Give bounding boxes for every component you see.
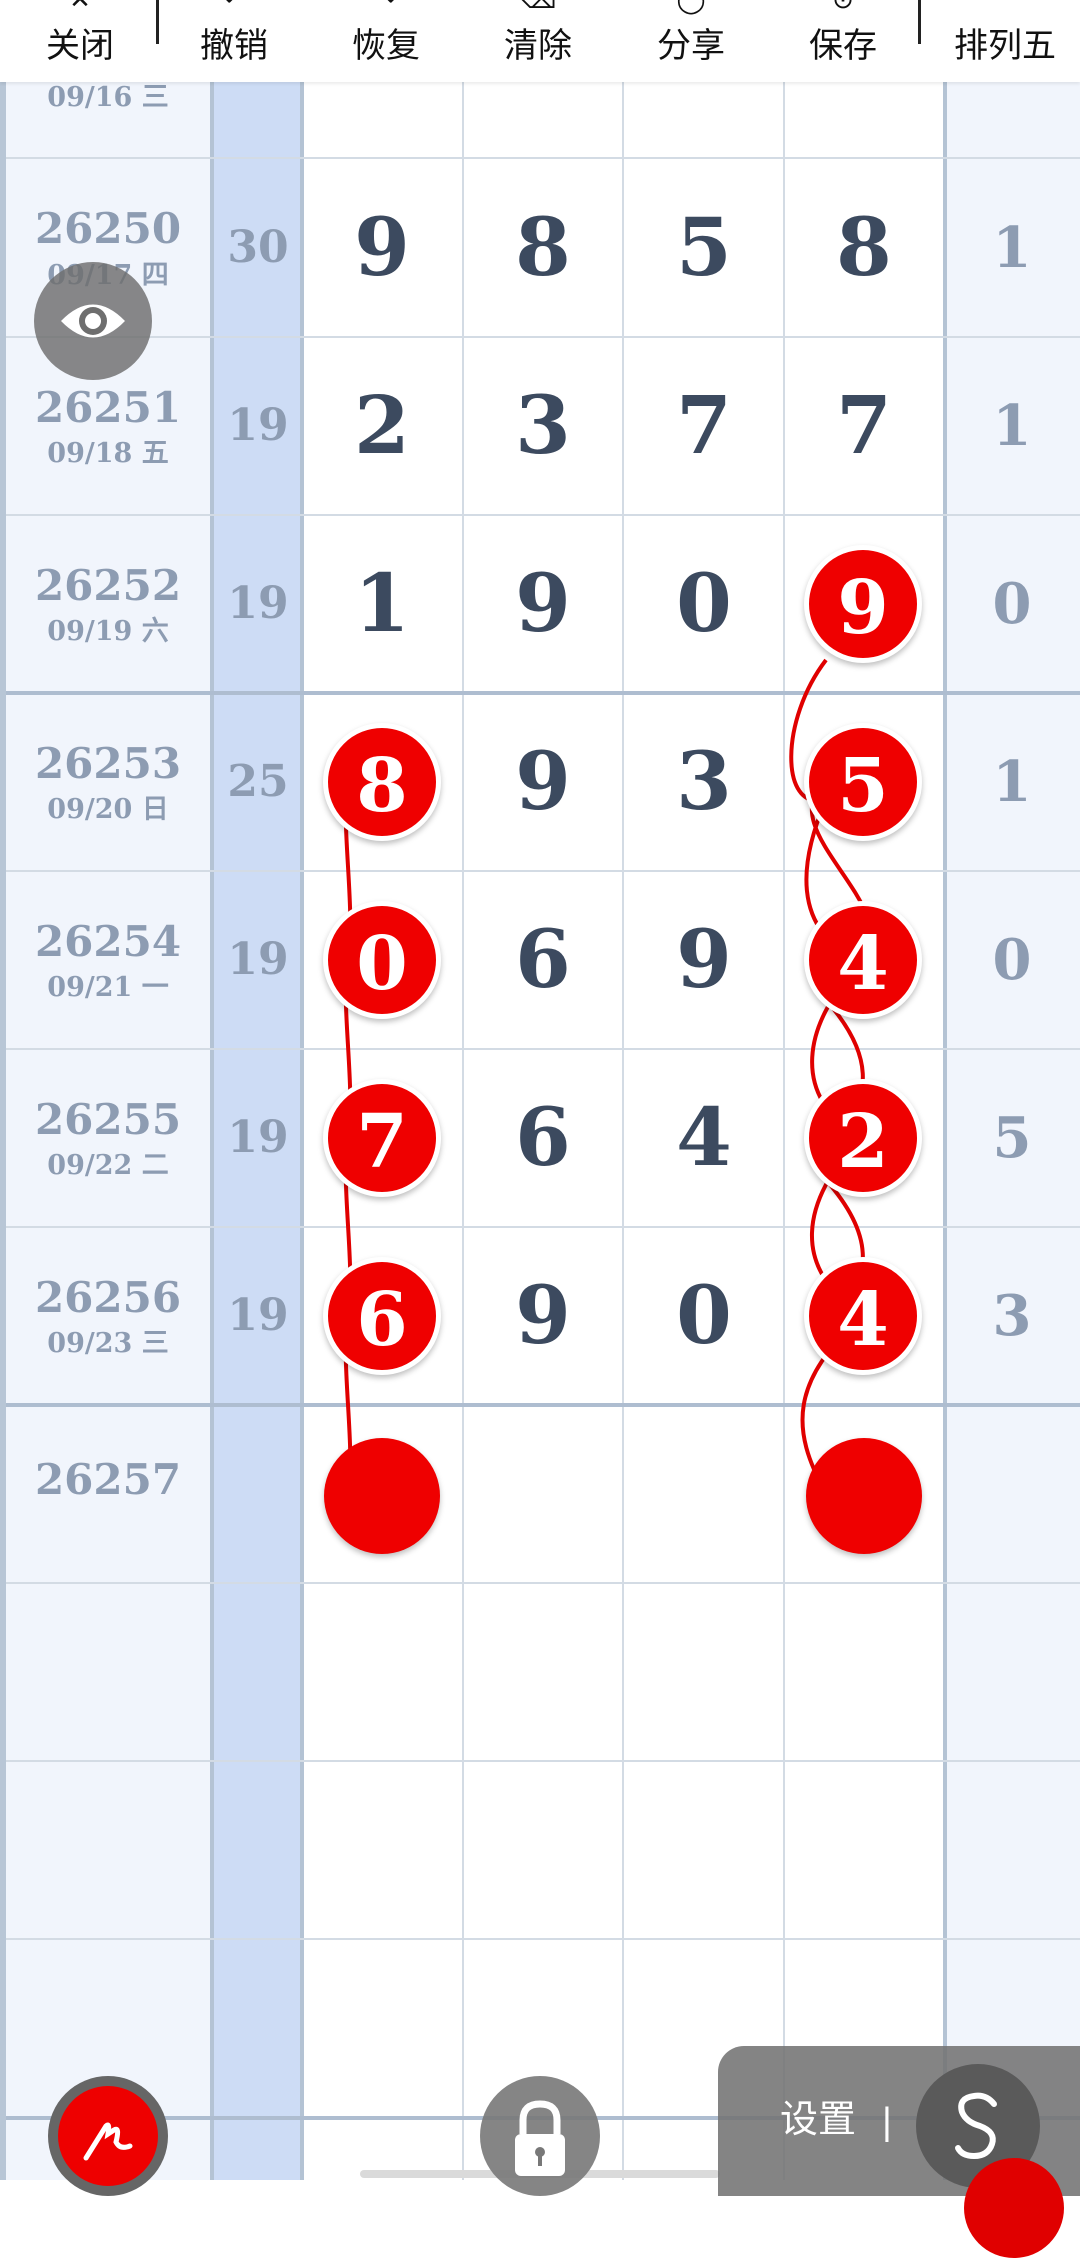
pen-icon (83, 2122, 133, 2161)
mark-ball[interactable]: 2 (804, 1079, 922, 1197)
top-toolbar: ✕ 关闭 ↶ 撤销 ↷ 恢复 ⌫ 清除 ◯ 分享 ⊙ 保存 排列五 (0, 0, 1080, 82)
mark-ball[interactable]: 6 (323, 1257, 441, 1375)
undo-icon: ↶ (223, 0, 245, 12)
share-button[interactable]: ◯ 分享 (621, 0, 761, 82)
undo-label: 撤销 (200, 27, 268, 65)
share-icon: ◯ (676, 0, 705, 12)
toolbar-separator (156, 0, 159, 44)
settings-button[interactable]: 设置 (780, 2098, 856, 2142)
mark-ball[interactable]: 0 (323, 901, 441, 1019)
clear-button[interactable]: ⌫ 清除 (468, 0, 608, 82)
eye-icon (61, 304, 125, 338)
share-label: 分享 (657, 27, 725, 65)
redo-button[interactable]: ↷ 恢复 (316, 0, 456, 82)
mark-connection-lines (343, 658, 874, 1494)
clear-label: 清除 (504, 27, 572, 65)
pen-button[interactable] (48, 2076, 168, 2196)
settings-separator: | (882, 2101, 892, 2143)
lottery-trend-chart[interactable]: 09/16 三 26250 09/17 四 30 9 8 5 8 1 26251… (0, 0, 1080, 2180)
undo-button[interactable]: ↶ 撤销 (164, 0, 304, 82)
save-button[interactable]: ⊙ 保存 (773, 0, 913, 82)
toolbar-separator (918, 0, 921, 44)
mark-ball[interactable]: 7 (323, 1079, 441, 1197)
lottery-type-button[interactable]: 排列五 (930, 0, 1080, 82)
save-label: 保存 (809, 27, 877, 65)
pen-button-fill (58, 2086, 158, 2186)
corner-red-button[interactable] (964, 2158, 1064, 2258)
close-button[interactable]: ✕ 关闭 (10, 0, 150, 82)
close-icon: ✕ (69, 0, 91, 12)
mark-ball-empty[interactable] (324, 1438, 440, 1554)
lottery-type-label: 排列五 (954, 27, 1056, 65)
redo-label: 恢复 (352, 27, 420, 65)
clear-icon: ⌫ (520, 0, 557, 12)
mark-ball[interactable]: 5 (804, 723, 922, 841)
close-label: 关闭 (46, 27, 114, 65)
toggle-visibility-button[interactable] (34, 262, 152, 380)
save-icon: ⊙ (832, 0, 854, 12)
mark-ball-empty[interactable] (806, 1438, 922, 1554)
lock-button[interactable] (480, 2076, 600, 2196)
redo-icon: ↷ (375, 0, 397, 12)
mark-ball[interactable]: 4 (804, 901, 922, 1019)
mark-ball[interactable]: 4 (804, 1257, 922, 1375)
mark-ball[interactable]: 8 (323, 723, 441, 841)
lock-icon (515, 2100, 565, 2176)
mark-ball[interactable]: 9 (804, 545, 922, 663)
